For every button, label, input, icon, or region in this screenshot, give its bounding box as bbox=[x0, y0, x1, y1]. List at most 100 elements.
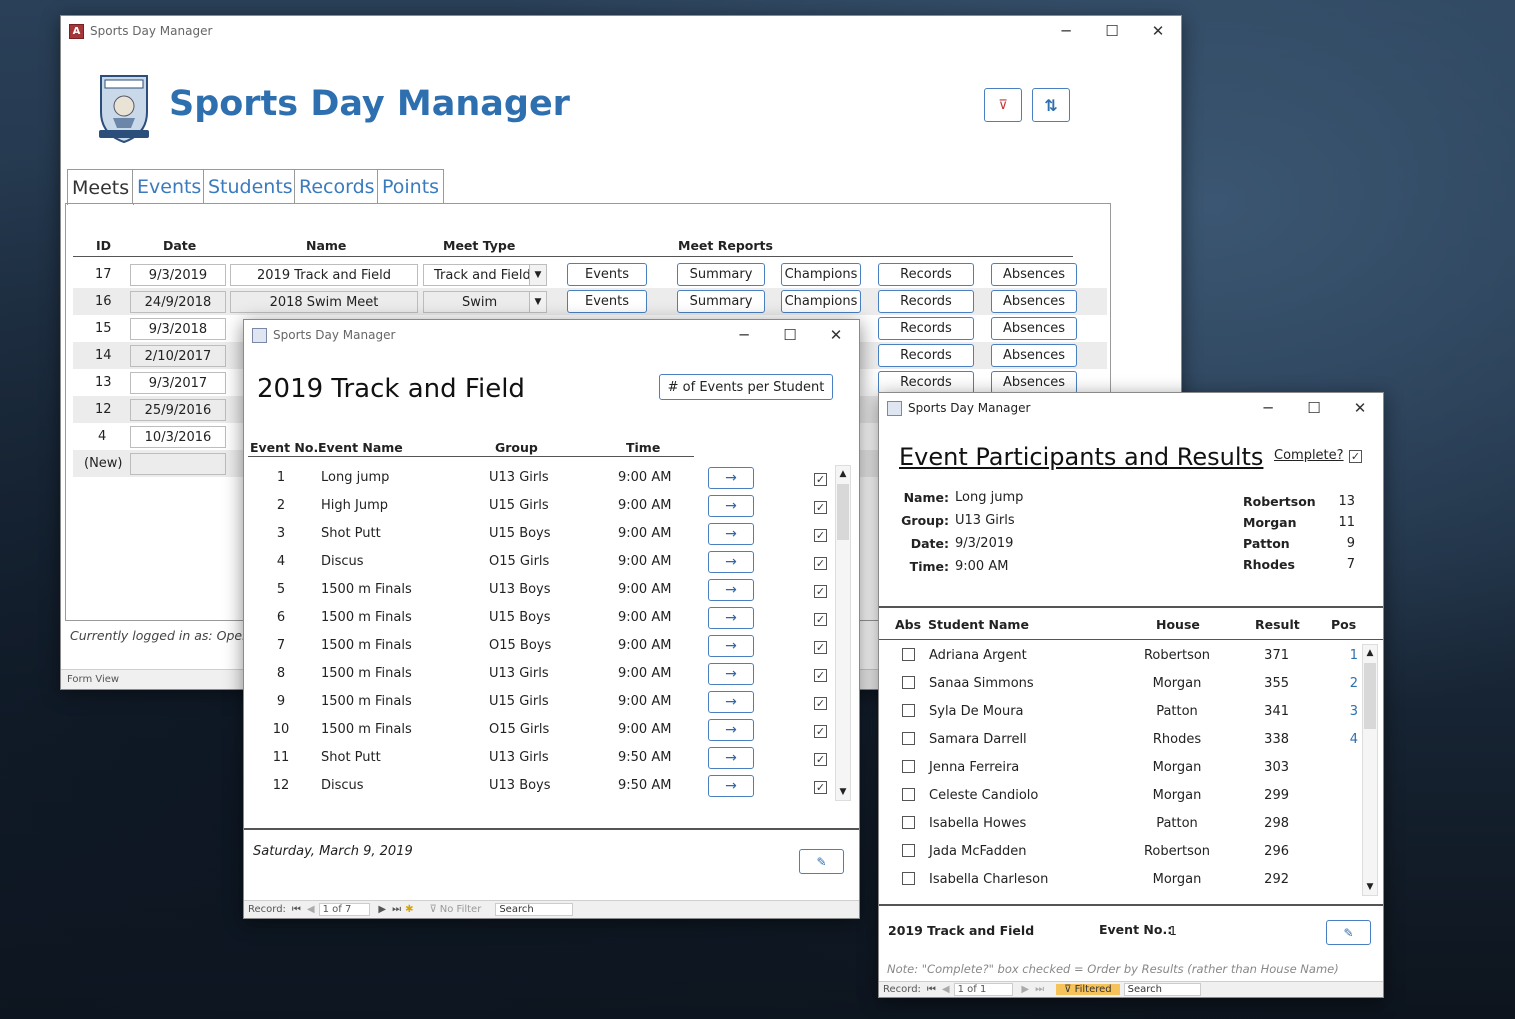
open-event-button[interactable]: → bbox=[708, 467, 754, 489]
absent-checkbox[interactable] bbox=[902, 872, 915, 885]
event-complete-checkbox[interactable]: ✓ bbox=[814, 669, 827, 682]
next-record-icon[interactable]: ▶ bbox=[378, 904, 386, 915]
meet-name[interactable]: 2018 Swim Meet bbox=[230, 291, 418, 313]
absent-checkbox[interactable] bbox=[902, 732, 915, 745]
event-complete-checkbox[interactable]: ✓ bbox=[814, 529, 827, 542]
scroll-thumb[interactable] bbox=[1364, 663, 1376, 729]
open-event-button[interactable]: → bbox=[708, 691, 754, 713]
record-position[interactable]: 1 of 7 bbox=[318, 903, 371, 916]
maximize-icon[interactable]: ☐ bbox=[1291, 393, 1337, 423]
summary-button[interactable]: Summary bbox=[677, 263, 765, 286]
first-record-icon[interactable]: ⏮ bbox=[292, 904, 301, 915]
open-event-button[interactable]: → bbox=[708, 607, 754, 629]
refresh-button[interactable]: ⇅ bbox=[1032, 88, 1070, 122]
event-complete-checkbox[interactable]: ✓ bbox=[814, 501, 827, 514]
search-box[interactable]: Search bbox=[495, 903, 573, 916]
meet-date[interactable]: 9/3/2018 bbox=[130, 318, 226, 340]
meet-events-button[interactable]: Events bbox=[567, 263, 647, 286]
tab-meets[interactable]: Meets bbox=[67, 169, 135, 205]
open-event-button[interactable]: → bbox=[708, 635, 754, 657]
meet-name[interactable]: 2019 Track and Field bbox=[230, 264, 418, 286]
edit-meet-button[interactable]: ✎ bbox=[799, 849, 844, 874]
event-complete-checkbox[interactable]: ✓ bbox=[814, 557, 827, 570]
complete-checkbox[interactable]: ✓ bbox=[1349, 450, 1362, 463]
open-event-button[interactable]: → bbox=[708, 663, 754, 685]
event-complete-checkbox[interactable]: ✓ bbox=[814, 613, 827, 626]
meet-date[interactable]: 9/3/2017 bbox=[130, 372, 226, 394]
tab-records[interactable]: Records bbox=[294, 169, 380, 203]
minimize-icon[interactable]: ─ bbox=[1043, 16, 1089, 46]
results-scrollbar[interactable]: ▲ ▼ bbox=[1362, 644, 1378, 896]
chevron-down-icon[interactable]: ▼ bbox=[529, 292, 546, 312]
open-event-button[interactable]: → bbox=[708, 551, 754, 573]
filtered-status[interactable]: ⊽ Filtered bbox=[1056, 984, 1120, 995]
event-complete-checkbox[interactable]: ✓ bbox=[814, 473, 827, 486]
clear-filter-button[interactable]: ⊽ bbox=[984, 88, 1022, 122]
events-per-student-button[interactable]: # of Events per Student bbox=[659, 374, 833, 400]
first-record-icon[interactable]: ⏮ bbox=[927, 984, 936, 995]
champions-button[interactable]: Champions bbox=[781, 290, 861, 313]
open-event-button[interactable]: → bbox=[708, 747, 754, 769]
champions-button[interactable]: Champions bbox=[781, 263, 861, 286]
records-button[interactable]: Records bbox=[878, 263, 974, 286]
meet-date[interactable]: 10/3/2016 bbox=[130, 426, 226, 448]
records-button[interactable]: Records bbox=[878, 371, 974, 394]
absences-button[interactable]: Absences bbox=[991, 263, 1077, 286]
absences-button[interactable]: Absences bbox=[991, 344, 1077, 367]
maximize-icon[interactable]: ☐ bbox=[1089, 16, 1135, 46]
meet-date[interactable]: 24/9/2018 bbox=[130, 291, 226, 313]
last-record-icon[interactable]: ⏭ bbox=[392, 904, 401, 915]
absences-button[interactable]: Absences bbox=[991, 290, 1077, 313]
next-record-icon[interactable]: ▶ bbox=[1021, 984, 1029, 995]
absences-button[interactable]: Absences bbox=[991, 317, 1077, 340]
open-event-button[interactable]: → bbox=[708, 579, 754, 601]
event-complete-checkbox[interactable]: ✓ bbox=[814, 697, 827, 710]
close-icon[interactable]: ✕ bbox=[1135, 16, 1181, 46]
close-icon[interactable]: ✕ bbox=[1337, 393, 1383, 423]
scroll-up-icon[interactable]: ▲ bbox=[1363, 645, 1377, 661]
absent-checkbox[interactable] bbox=[902, 648, 915, 661]
maximize-icon[interactable]: ☐ bbox=[767, 320, 813, 350]
absent-checkbox[interactable] bbox=[902, 760, 915, 773]
absent-checkbox[interactable] bbox=[902, 704, 915, 717]
absences-button[interactable]: Absences bbox=[991, 371, 1077, 394]
event-complete-checkbox[interactable]: ✓ bbox=[814, 781, 827, 794]
absent-checkbox[interactable] bbox=[902, 788, 915, 801]
edit-results-button[interactable]: ✎ bbox=[1326, 920, 1371, 945]
meet-type-select[interactable]: Swim ▼ bbox=[423, 291, 547, 313]
record-position[interactable]: 1 of 1 bbox=[953, 983, 1014, 996]
scroll-thumb[interactable] bbox=[837, 484, 849, 540]
open-event-button[interactable]: → bbox=[708, 523, 754, 545]
tab-events[interactable]: Events bbox=[132, 169, 207, 203]
absent-checkbox[interactable] bbox=[902, 844, 915, 857]
new-date[interactable] bbox=[130, 453, 226, 475]
absent-checkbox[interactable] bbox=[902, 816, 915, 829]
last-record-icon[interactable]: ⏭ bbox=[1035, 984, 1044, 995]
summary-button[interactable]: Summary bbox=[677, 290, 765, 313]
open-event-button[interactable]: → bbox=[708, 775, 754, 797]
meet-type-select[interactable]: Track and Field ▼ bbox=[423, 264, 547, 286]
event-complete-checkbox[interactable]: ✓ bbox=[814, 585, 827, 598]
scroll-down-icon[interactable]: ▼ bbox=[836, 784, 850, 800]
prev-record-icon[interactable]: ◀ bbox=[307, 904, 315, 915]
close-icon[interactable]: ✕ bbox=[813, 320, 859, 350]
filter-status[interactable]: No Filter bbox=[440, 904, 482, 915]
open-event-button[interactable]: → bbox=[708, 719, 754, 741]
meet-date[interactable]: 9/3/2019 bbox=[130, 264, 226, 286]
absent-checkbox[interactable] bbox=[902, 676, 915, 689]
tab-students[interactable]: Students bbox=[203, 169, 298, 203]
minimize-icon[interactable]: ─ bbox=[1245, 393, 1291, 423]
prev-record-icon[interactable]: ◀ bbox=[942, 984, 950, 995]
tab-points[interactable]: Points bbox=[377, 169, 445, 203]
records-button[interactable]: Records bbox=[878, 290, 974, 313]
open-event-button[interactable]: → bbox=[708, 495, 754, 517]
records-button[interactable]: Records bbox=[878, 317, 974, 340]
event-complete-checkbox[interactable]: ✓ bbox=[814, 725, 827, 738]
records-button[interactable]: Records bbox=[878, 344, 974, 367]
events-scrollbar[interactable]: ▲ ▼ bbox=[835, 465, 851, 801]
scroll-up-icon[interactable]: ▲ bbox=[836, 466, 850, 482]
new-record-icon[interactable]: ✱ bbox=[405, 904, 413, 915]
meet-date[interactable]: 25/9/2016 bbox=[130, 399, 226, 421]
meet-events-button[interactable]: Events bbox=[567, 290, 647, 313]
minimize-icon[interactable]: ─ bbox=[721, 320, 767, 350]
